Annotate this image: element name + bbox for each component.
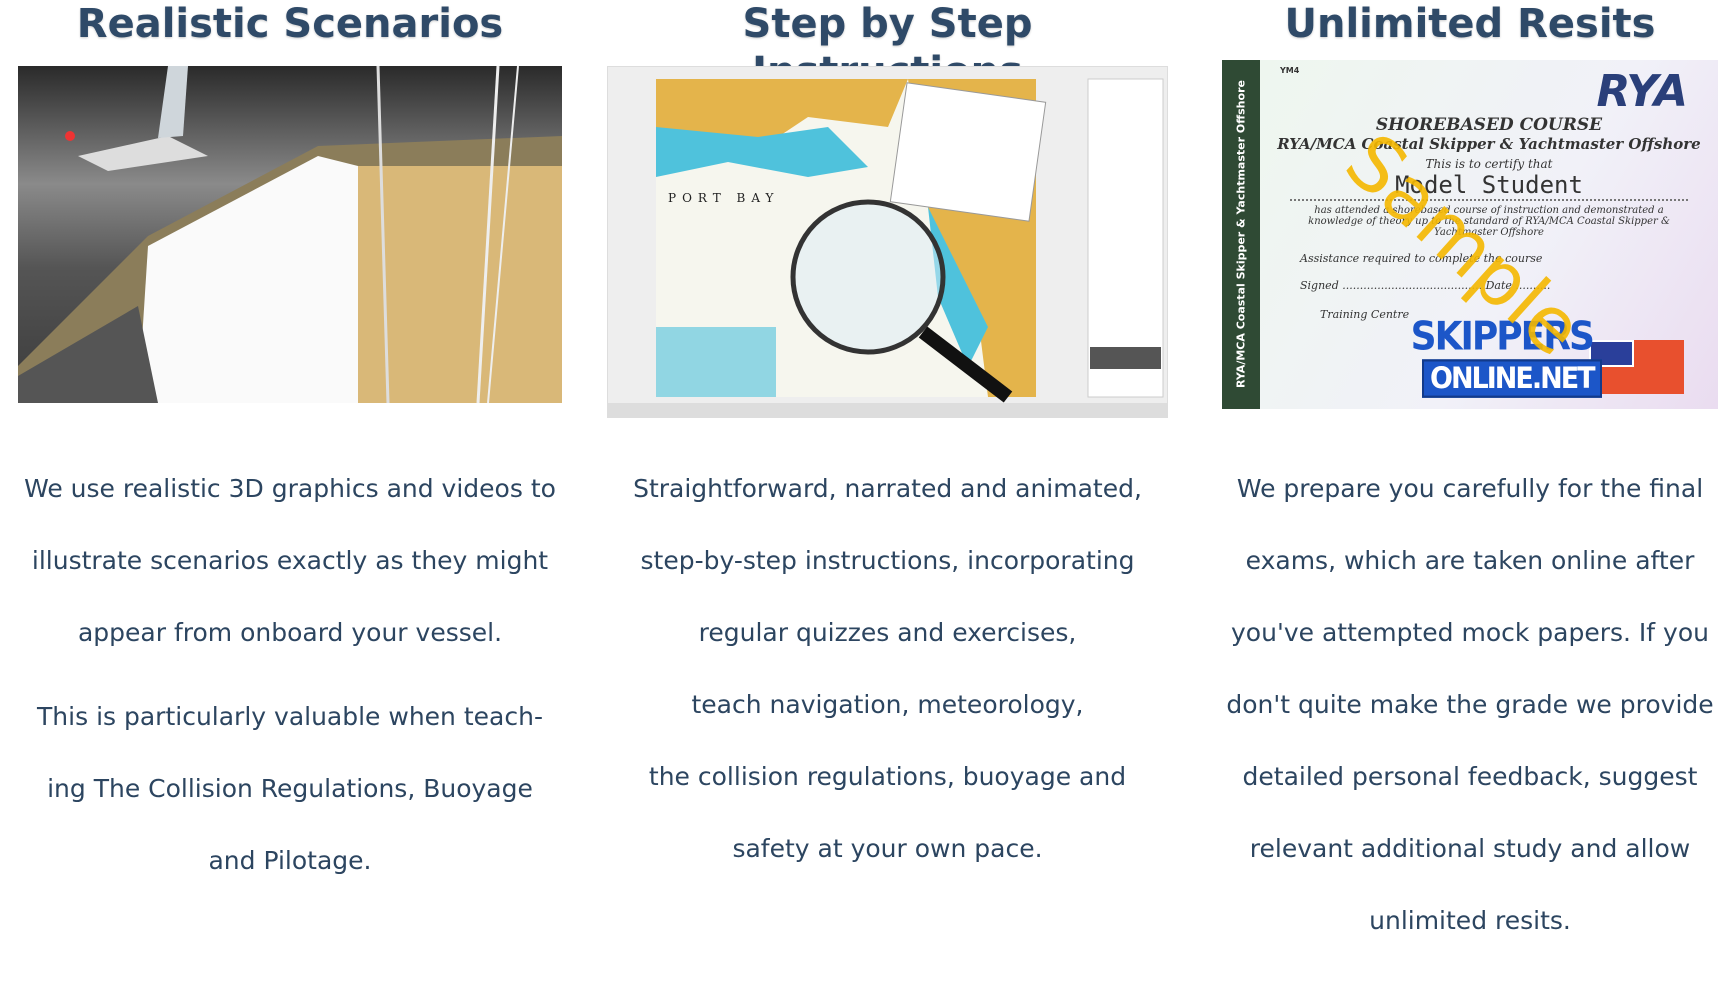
certificate-spine: RYA/MCA Coastal Skipper & Yachtmaster Of… — [1222, 60, 1260, 409]
text-line: you've attempted mock papers. If you — [1231, 618, 1709, 647]
certificate-course: RYA/MCA Coastal Skipper & Yachtmaster Of… — [1277, 135, 1701, 153]
text-line: don't quite make the grade we provide — [1226, 690, 1714, 719]
text-line: teach navigation, meteorology, — [691, 690, 1084, 719]
text-line: exams, which are taken online after — [1245, 546, 1695, 575]
sample-certificate-image: RYA/MCA Coastal Skipper & Yachtmaster Of… — [1222, 60, 1718, 409]
certificate-signed: Signed — [1300, 279, 1339, 292]
text-line: ing The Collision Regulations, Buoyage — [47, 774, 533, 803]
text-line: We use realistic 3D graphics and videos … — [24, 474, 556, 503]
yacht-scene-image — [18, 66, 562, 403]
text-line: relevant additional study and allow — [1249, 834, 1691, 863]
text-line: and Pilotage. — [208, 846, 372, 875]
certificate-heading: SHOREBASED COURSE — [1375, 115, 1603, 135]
navigation-lesson-image: PORT BAY — [607, 66, 1168, 418]
column-text: Straightforward, narrated and animated, s… — [607, 453, 1168, 897]
text-line: unlimited resits. — [1369, 906, 1571, 935]
column-text: We use realistic 3D graphics and videos … — [18, 453, 562, 909]
chart-label: PORT BAY — [668, 191, 779, 205]
rya-logo: RYA — [1596, 66, 1688, 117]
column-unlimited-resits: Unlimited Resits — [1222, 0, 1718, 48]
text-line: This is particularly valuable when teach… — [37, 702, 543, 731]
certificate-code: YM4 — [1280, 66, 1300, 75]
text-line: illustrate scenarios exactly as they mig… — [31, 546, 549, 575]
column-text: We prepare you carefully for the final ex… — [1222, 453, 1718, 969]
text-line: regular quizzes and exercises, — [698, 618, 1077, 647]
column-title: Realistic Scenarios — [76, 1, 504, 47]
red-ensign-flag — [1589, 340, 1684, 394]
text-line: Straightforward, narrated and animated, — [633, 474, 1142, 503]
text-line: safety at your own pace. — [732, 834, 1043, 863]
column-title: Unlimited Resits — [1284, 1, 1656, 47]
certificate-certify: This is to certify that — [1425, 157, 1553, 171]
text-line: appear from onboard your vessel. — [77, 618, 503, 647]
text-line: step-by-step instructions, incorporating — [640, 546, 1135, 575]
text-line: detailed personal feedback, suggest — [1242, 762, 1698, 791]
column-realistic-scenarios: Realistic Scenarios — [18, 0, 562, 48]
text-line: We prepare you carefully for the final — [1236, 474, 1704, 503]
text-line: the collision regulations, buoyage and — [648, 762, 1127, 791]
